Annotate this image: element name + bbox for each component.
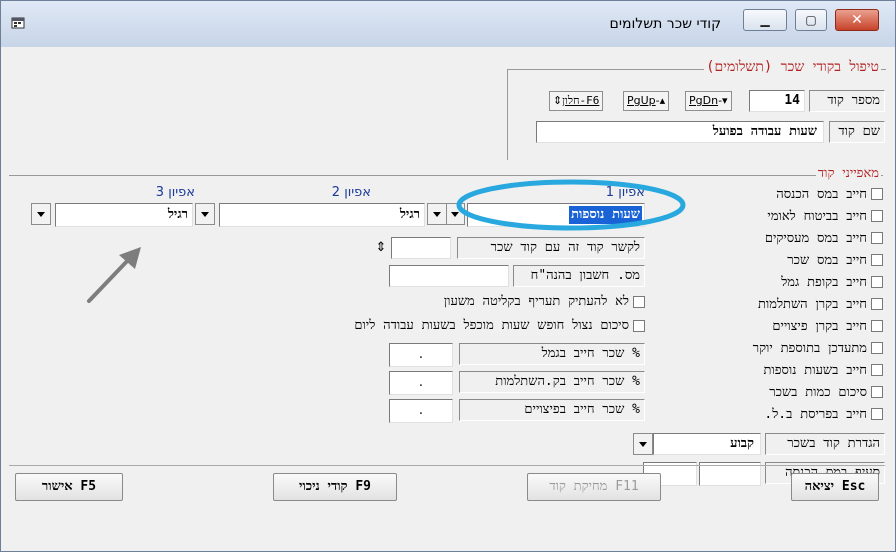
characteristics-list: חייב במס הכנסה חייב בביטוח לאומי חייב במ…	[715, 185, 883, 425]
minimize-icon: ▁	[760, 13, 770, 27]
close-button[interactable]: ✕	[835, 9, 879, 31]
pct-severance-input[interactable]: .	[389, 399, 453, 423]
pct-pension-input[interactable]: .	[389, 343, 453, 367]
checkbox[interactable]	[871, 254, 883, 266]
header-frame	[507, 69, 886, 160]
checkbox[interactable]	[871, 188, 883, 200]
vacation-summary-option[interactable]: סיכום נצול חופש שעות מוכפל בשעות עבודה ל…	[354, 317, 645, 335]
main-window: קודי שכר תשלומים ▁ ▢ ✕ טיפול בקודי שכר (…	[0, 0, 896, 552]
annotation-ellipse	[456, 179, 686, 231]
pct-study-fund-label: % שכר חייב בק.השתלמות	[459, 371, 645, 393]
pgdn-button[interactable]: PgDn-▾	[685, 91, 732, 111]
checkbox[interactable]	[871, 210, 883, 222]
attr3-combo[interactable]: רגיל	[55, 203, 193, 227]
checkbox[interactable]	[871, 276, 883, 288]
window-title: קודי שכר תשלומים	[609, 16, 721, 32]
checkbox[interactable]	[871, 364, 883, 376]
pct-pension-label: % שכר חייב בגמל	[459, 343, 645, 365]
checkbox[interactable]	[871, 386, 883, 398]
delete-code-button[interactable]: מחיקת קוד F11	[527, 473, 661, 501]
up-arrow-icon: ▴	[659, 94, 666, 107]
checkbox[interactable]	[871, 342, 883, 354]
characteristics-title: מאפייני קוד	[815, 165, 881, 181]
annotation-arrow-icon	[87, 247, 141, 303]
title-bar[interactable]: קודי שכר תשלומים ▁ ▢ ✕	[1, 1, 895, 47]
definition-label: הגדרת קוד בשכר	[765, 433, 885, 455]
checkbox[interactable]	[633, 296, 645, 308]
checkbox[interactable]	[871, 408, 883, 420]
account-number-label: מס. חשבון בהנה"ח	[513, 265, 645, 287]
divider	[9, 175, 883, 176]
code-number-label: מספר קוד	[809, 90, 885, 112]
checkbox[interactable]	[871, 232, 883, 244]
link-code-input[interactable]	[391, 237, 451, 259]
window-f6-button[interactable]: ⇕חלון-F6	[549, 91, 604, 111]
definition-combo[interactable]: קבוע	[653, 433, 761, 455]
confirm-button[interactable]: אישור F5	[15, 473, 123, 501]
exit-button[interactable]: יציאה Esc	[791, 473, 879, 501]
minimize-button[interactable]: ▁	[743, 9, 787, 31]
close-icon: ✕	[851, 12, 863, 28]
maximize-button[interactable]: ▢	[795, 9, 827, 31]
checkbox[interactable]	[633, 320, 645, 332]
code-name-label: שם קוד	[829, 121, 885, 143]
attr3-value: רגיל	[167, 207, 188, 222]
app-window-icon[interactable]	[11, 16, 27, 30]
definition-dropdown-icon[interactable]	[633, 433, 653, 455]
down-arrow-icon: ▾	[722, 94, 728, 107]
no-copy-rate-option[interactable]: לא להעתיק תעריף בקליטה משעון	[444, 293, 645, 311]
maximize-icon: ▢	[805, 13, 817, 27]
section-title: טיפול בקודי שכר (תשלומים)	[704, 59, 881, 76]
attr2-combo[interactable]: רגיל	[219, 203, 425, 227]
spinner-icon: ⇕	[553, 94, 563, 107]
attr2-dropdown-icon[interactable]	[427, 203, 447, 225]
form-client-area: טיפול בקודי שכר (תשלומים) מספר קוד 14 Pg…	[9, 47, 886, 505]
code-name-input[interactable]: שעות עבודה בפועל	[536, 121, 824, 143]
pct-study-fund-input[interactable]: .	[389, 371, 453, 395]
pct-severance-label: % שכר חייב בפיצויים	[459, 399, 645, 421]
attr3-label: אפיון 3	[155, 185, 195, 200]
link-code-spinner-icon[interactable]: ⇕	[373, 237, 389, 259]
attr2-value: רגיל	[399, 207, 420, 222]
pgup-button[interactable]: PgUp-▴	[623, 91, 670, 111]
bottom-divider	[9, 465, 885, 466]
attr3-dropdown-icon[interactable]	[31, 203, 51, 225]
deduction-codes-button[interactable]: קודי ניכוי F9	[273, 473, 397, 501]
account-number-input[interactable]	[389, 265, 509, 287]
attr2-side-dropdown-icon[interactable]	[195, 203, 215, 225]
checkbox[interactable]	[871, 320, 883, 332]
attr2-label: אפיון 2	[331, 185, 371, 200]
link-code-label: לקשר קוד זה עם קוד שכר	[457, 237, 645, 259]
checkbox[interactable]	[871, 298, 883, 310]
code-number-input[interactable]: 14	[749, 90, 805, 112]
